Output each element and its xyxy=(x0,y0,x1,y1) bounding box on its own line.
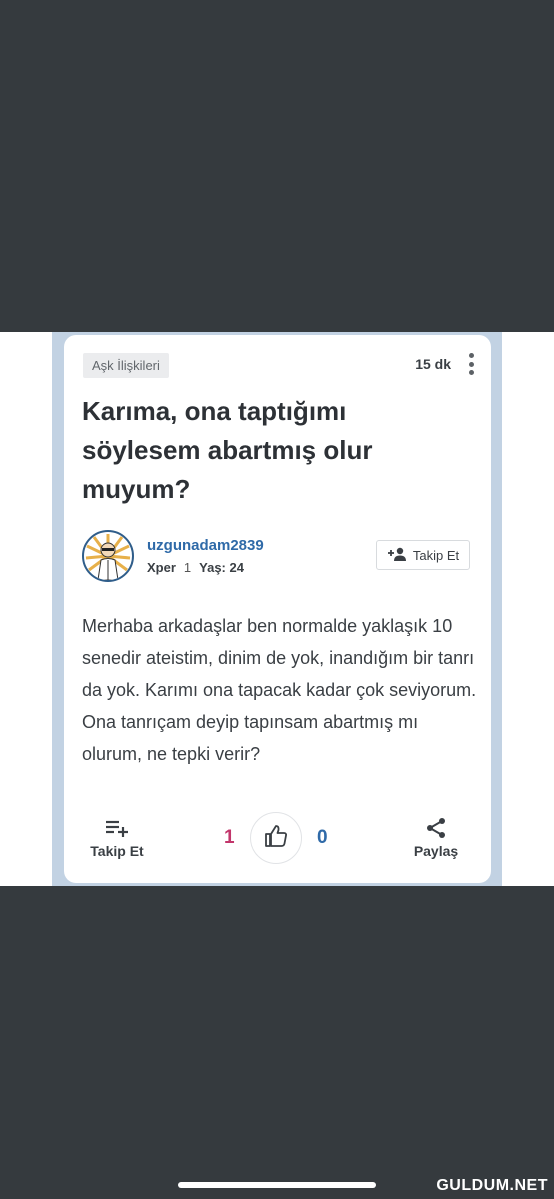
post-title: Karıma, ona taptığımı söylesem abartmış … xyxy=(82,396,373,504)
post-card: Aşk İlişkileri 15 dk Karıma, ona taptığı… xyxy=(64,335,491,883)
author-age: Yaş: 24 xyxy=(199,560,244,575)
follow-post-button[interactable]: Takip Et xyxy=(86,813,148,859)
follow-user-label: Takip Et xyxy=(412,547,460,563)
like-button[interactable] xyxy=(250,812,302,864)
follow-post-label: Takip Et xyxy=(90,843,144,859)
author-rank: Xper xyxy=(147,560,176,575)
share-icon xyxy=(408,813,464,843)
playlist-add-icon xyxy=(86,813,148,843)
avatar[interactable] xyxy=(82,530,134,582)
category-tag[interactable]: Aşk İlişkileri xyxy=(83,353,169,378)
author-username[interactable]: uzgunadam2839 xyxy=(147,537,264,554)
post-body: Merhaba arkadaşlar ben normalde yaklaşık… xyxy=(82,616,477,764)
more-options-icon[interactable] xyxy=(466,353,476,375)
top-dark-area xyxy=(0,0,554,332)
post-time: 15 dk xyxy=(415,356,451,372)
thumbs-up-icon xyxy=(263,823,289,854)
upvote-count: 1 xyxy=(224,827,235,848)
downvote-count: 0 xyxy=(317,827,328,848)
home-indicator[interactable] xyxy=(178,1182,376,1188)
author-level: 1 xyxy=(183,560,192,575)
watermark: GULDUM.NET xyxy=(436,1177,548,1194)
share-label: Paylaş xyxy=(413,843,459,859)
add-user-icon xyxy=(387,547,407,564)
author-meta: Xper 1 Yaş: 24 xyxy=(147,560,244,575)
follow-user-button[interactable]: Takip Et xyxy=(376,540,470,570)
share-button[interactable]: Paylaş xyxy=(408,813,464,859)
